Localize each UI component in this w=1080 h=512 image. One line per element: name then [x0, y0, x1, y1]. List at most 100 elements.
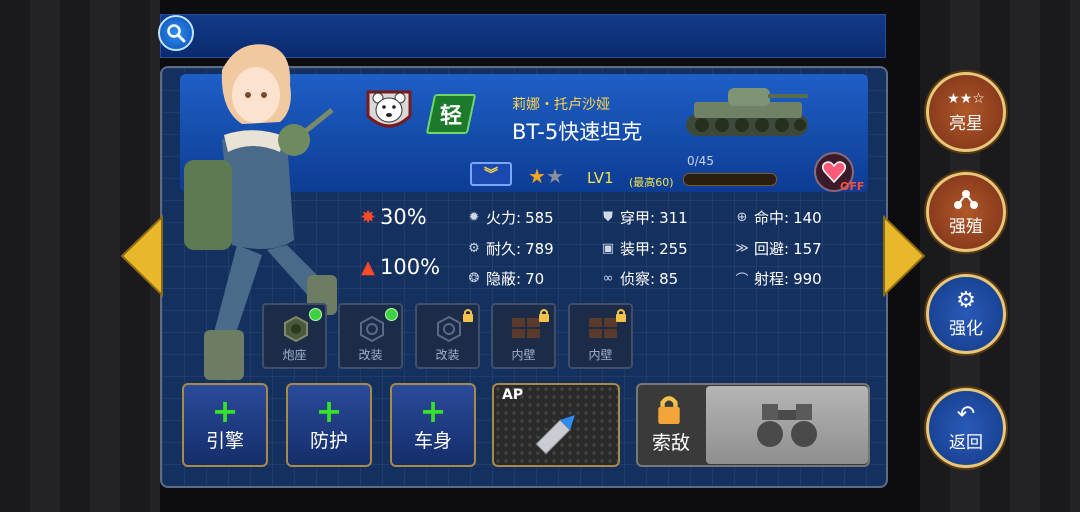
hex-nut-icon — [360, 315, 384, 343]
side-breed-button[interactable]: 强殖 — [926, 172, 1006, 252]
stat-value: 585 — [525, 208, 554, 227]
attack-explosion-icon: ✸ — [360, 206, 376, 228]
lock-icon — [616, 309, 626, 322]
binoculars-icon — [757, 404, 817, 447]
tank-health-icon: ▲ — [361, 256, 375, 278]
recon-binoculars-icon: ∞ — [602, 271, 614, 286]
side-back-button[interactable]: ↶ 返回 — [926, 388, 1006, 468]
tank-class-label: 轻 — [439, 104, 462, 129]
stat-value: 157 — [793, 239, 822, 258]
stat-value: 70 — [525, 269, 545, 288]
back-arrow-icon: ↶ — [956, 401, 976, 427]
stat-value: 255 — [659, 239, 688, 258]
durability-icon: ⚙ — [468, 241, 480, 256]
armor-icon: ▣ — [601, 241, 615, 256]
side-enhance-button[interactable]: ⚙ 强化 — [926, 274, 1006, 354]
side-label: 强化 — [949, 318, 983, 339]
stat-label: 命中: — [754, 209, 790, 227]
max-level-label: (最高60) — [629, 176, 674, 189]
bonus-health-value: 100% — [380, 255, 441, 279]
bonus-health: ▲ 100% — [360, 255, 440, 279]
ammo-select-button[interactable]: AP — [492, 383, 620, 467]
plus-icon: + — [315, 392, 343, 430]
equip-slot-lining-2[interactable]: 内壁 — [568, 303, 633, 369]
lock-icon — [463, 309, 473, 322]
stat-firepower: ✹ 火力: 585 — [466, 207, 554, 228]
range-arc-icon: ⌒ — [735, 273, 749, 288]
slot-label: 内壁 — [511, 348, 536, 362]
nation-bear-icon — [364, 86, 414, 136]
rarity-stars: ★ ★ — [528, 164, 564, 188]
bonus-attack: ✸ 30% — [360, 205, 427, 229]
equip-slot-lining-1[interactable]: 内壁 — [491, 303, 556, 369]
stat-value: 311 — [659, 208, 688, 227]
stat-label: 隐蔽: — [486, 270, 522, 288]
upgrade-label: 引擎 — [205, 430, 244, 452]
side-label: 亮星 — [949, 113, 983, 134]
molecule-icon — [954, 189, 978, 209]
slot-label: 改装 — [435, 348, 460, 362]
next-tank-arrow[interactable] — [882, 215, 926, 297]
lock-icon — [539, 309, 549, 322]
slot-label: 内壁 — [588, 348, 613, 362]
available-indicator — [309, 308, 322, 321]
scout-label: 索敌 — [652, 432, 691, 454]
ammo-type-label: AP — [502, 387, 524, 403]
rank-chevron-button[interactable]: ︾ — [470, 162, 512, 186]
equip-slot-turret[interactable]: 炮座 — [262, 303, 327, 369]
wrench-gear-icon: ⚙ — [956, 287, 976, 313]
stat-value: 140 — [793, 208, 822, 227]
level-label: LV1 — [587, 169, 614, 187]
stat-label: 火力: — [486, 209, 522, 227]
star-empty-icon: ★ — [545, 164, 564, 188]
stat-label: 射程: — [754, 270, 790, 288]
hex-nut-icon — [437, 315, 461, 343]
equip-slot-mod-1[interactable]: 改装 — [338, 303, 403, 369]
stat-recon: ∞ 侦察: 85 — [600, 268, 679, 289]
upgrade-engine-button[interactable]: + 引擎 — [182, 383, 268, 467]
side-star-up-button[interactable]: ★★☆ 亮星 — [926, 72, 1006, 152]
tank-name: BT-5快速坦克 — [512, 120, 643, 144]
xp-counter: 0/45 — [687, 154, 714, 168]
shell-bullet-icon — [535, 415, 575, 455]
brick-wall-icon — [512, 318, 540, 338]
stat-penetration: ⛊ 穿甲: 311 — [600, 207, 688, 228]
stat-value: 85 — [659, 269, 679, 288]
xp-bar — [683, 173, 777, 186]
stat-durability: ⚙ 耐久: 789 — [466, 238, 554, 259]
brick-wall-icon — [589, 318, 617, 338]
scout-button[interactable] — [706, 386, 868, 464]
stat-label: 耐久: — [486, 240, 522, 258]
previous-tank-arrow[interactable] — [120, 215, 164, 297]
favorite-state: OFF — [840, 180, 865, 193]
bonus-attack-value: 30% — [380, 205, 427, 229]
stat-label: 回避: — [754, 240, 790, 258]
upgrade-armor-button[interactable]: + 防护 — [286, 383, 372, 467]
slot-label: 炮座 — [282, 348, 307, 362]
hex-nut-icon — [284, 315, 308, 343]
crew-name: 莉娜・托卢沙娅 — [512, 97, 610, 113]
tank-class-badge: 轻 — [425, 94, 477, 134]
crosshair-icon: ⊕ — [736, 210, 748, 225]
firepower-icon: ✹ — [468, 210, 480, 225]
equip-slot-mod-2[interactable]: 改装 — [415, 303, 480, 369]
upgrade-label: 车身 — [413, 430, 452, 452]
upgrade-label: 防护 — [309, 430, 348, 452]
stealth-icon: ❂ — [468, 271, 480, 286]
available-indicator — [385, 308, 398, 321]
side-label: 返回 — [949, 432, 983, 453]
stat-stealth: ❂ 隐蔽: 70 — [466, 268, 545, 289]
lock-icon — [658, 396, 680, 424]
stat-value: 990 — [793, 269, 822, 288]
stat-range: ⌒ 射程: 990 — [734, 268, 822, 289]
chevron-down-icon: ︾ — [484, 167, 498, 183]
stat-accuracy: ⊕ 命中: 140 — [734, 207, 822, 228]
star-filled-icon: ★ — [528, 164, 546, 188]
slot-label: 改装 — [358, 348, 383, 362]
tank-image — [686, 88, 808, 136]
upgrade-hull-button[interactable]: + 车身 — [390, 383, 476, 467]
stat-armor: ▣ 装甲: 255 — [600, 238, 688, 259]
side-label: 强殖 — [949, 216, 983, 237]
stat-value: 789 — [525, 239, 554, 258]
penetration-shield-icon: ⛊ — [603, 210, 613, 225]
